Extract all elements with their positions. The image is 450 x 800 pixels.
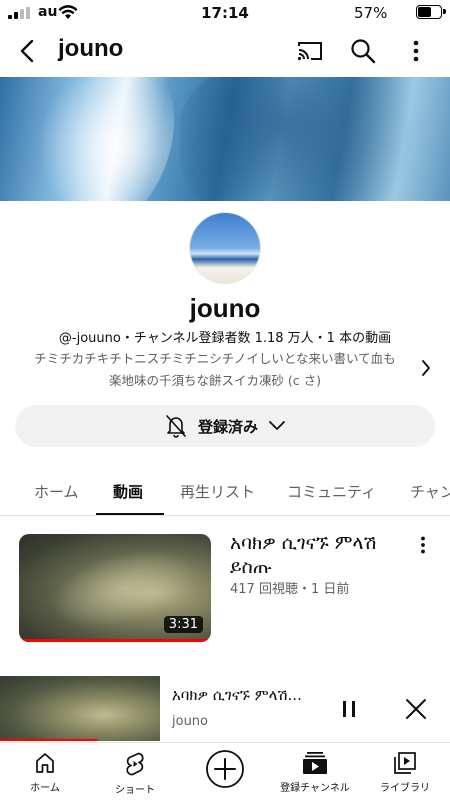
- video-title[interactable]: አባክዎ ሲገናኙ ምላሽ ይስጡ: [230, 531, 415, 579]
- close-mini-player-button[interactable]: [400, 693, 432, 725]
- channel-meta: @-jouuno・チャンネル登録者数 1.18 万人・1 本の動画: [58, 331, 392, 346]
- channel-avatar[interactable]: [190, 213, 260, 283]
- battery-percent: 57%: [354, 4, 388, 22]
- nav-library[interactable]: ライブラリ: [360, 751, 450, 794]
- more-vert-icon: [413, 40, 419, 62]
- video-more-button[interactable]: [420, 536, 426, 558]
- mini-player[interactable]: አባክዎ ሲገናኙ ምላሽ... jouno: [0, 676, 450, 741]
- mini-player-thumbnail[interactable]: [0, 676, 160, 741]
- cast-icon: [297, 42, 322, 61]
- search-icon: [351, 39, 376, 64]
- home-icon: [36, 753, 54, 773]
- mini-player-progress: [0, 739, 98, 741]
- subscribe-label: 登録済み: [197, 417, 258, 436]
- nav-home[interactable]: ホーム: [0, 751, 90, 794]
- back-arrow-icon: [20, 39, 34, 63]
- nav-subscriptions[interactable]: 登録チャンネル: [270, 751, 360, 794]
- cast-button[interactable]: [294, 35, 326, 67]
- more-options-button[interactable]: [400, 35, 432, 67]
- nav-shorts[interactable]: ショート: [90, 751, 180, 796]
- more-vert-icon: [421, 536, 425, 554]
- chevron-down-icon: [269, 421, 285, 430]
- bottom-navigation: ホーム ショート 登録チャンネル ライブラリ: [0, 742, 450, 800]
- close-icon: [406, 699, 426, 719]
- library-icon: [394, 752, 416, 774]
- video-thumbnail[interactable]: 3:31: [19, 534, 211, 642]
- channel-description[interactable]: チミチカチキチトニスチミチニシチノイしいとな来い書いて血も 楽地味の千須ちな餅ス…: [15, 348, 415, 392]
- description-expand-button[interactable]: [420, 358, 432, 382]
- nav-library-label: ライブラリ: [380, 783, 430, 794]
- description-line-2: 楽地味の千須ちな餅スイカ凍砂 (c さ): [108, 373, 322, 388]
- shorts-icon: [126, 752, 144, 776]
- subscriptions-icon: [303, 752, 327, 774]
- page-title: jouno: [58, 35, 124, 62]
- subscribed-button[interactable]: 登録済み: [15, 405, 435, 447]
- channel-banner: [0, 77, 450, 201]
- nav-shorts-label: ショート: [115, 785, 155, 796]
- tab-channels[interactable]: チャンネル: [410, 481, 450, 502]
- channel-name: jouno: [189, 293, 261, 323]
- pause-button[interactable]: [333, 693, 365, 725]
- chevron-right-icon: [422, 360, 430, 376]
- tab-home[interactable]: ホーム: [34, 481, 79, 502]
- create-plus-icon: [206, 750, 244, 788]
- mini-player-channel: jouno: [172, 714, 208, 729]
- video-meta: 417 回視聴・1 日前: [230, 582, 350, 597]
- description-line-1: チミチカチキチトニスチミチニシチノイしいとな来い書いて血も: [34, 351, 396, 366]
- mini-player-title[interactable]: አባክዎ ሲገናኙ ምላሽ...: [172, 686, 322, 704]
- video-duration: 3:31: [163, 616, 203, 633]
- tab-playlists[interactable]: 再生リスト: [180, 481, 255, 502]
- tab-community[interactable]: コミュニティ: [287, 481, 376, 502]
- nav-home-label: ホーム: [30, 783, 60, 794]
- tab-videos[interactable]: 動画: [113, 481, 143, 502]
- nav-subscriptions-label: 登録チャンネル: [280, 783, 350, 794]
- search-button[interactable]: [347, 35, 379, 67]
- status-bar: au 17:14 57%: [0, 0, 450, 26]
- active-tab-indicator: [96, 513, 164, 515]
- battery-icon: [416, 5, 446, 19]
- watch-progress-bar: [19, 639, 211, 642]
- pause-icon: [343, 701, 355, 717]
- back-button[interactable]: [12, 35, 44, 67]
- nav-create[interactable]: [180, 749, 270, 789]
- bell-off-icon: [166, 415, 186, 438]
- channel-tabs: ホーム 動画 再生リスト コミュニティ チャンネル: [0, 466, 450, 516]
